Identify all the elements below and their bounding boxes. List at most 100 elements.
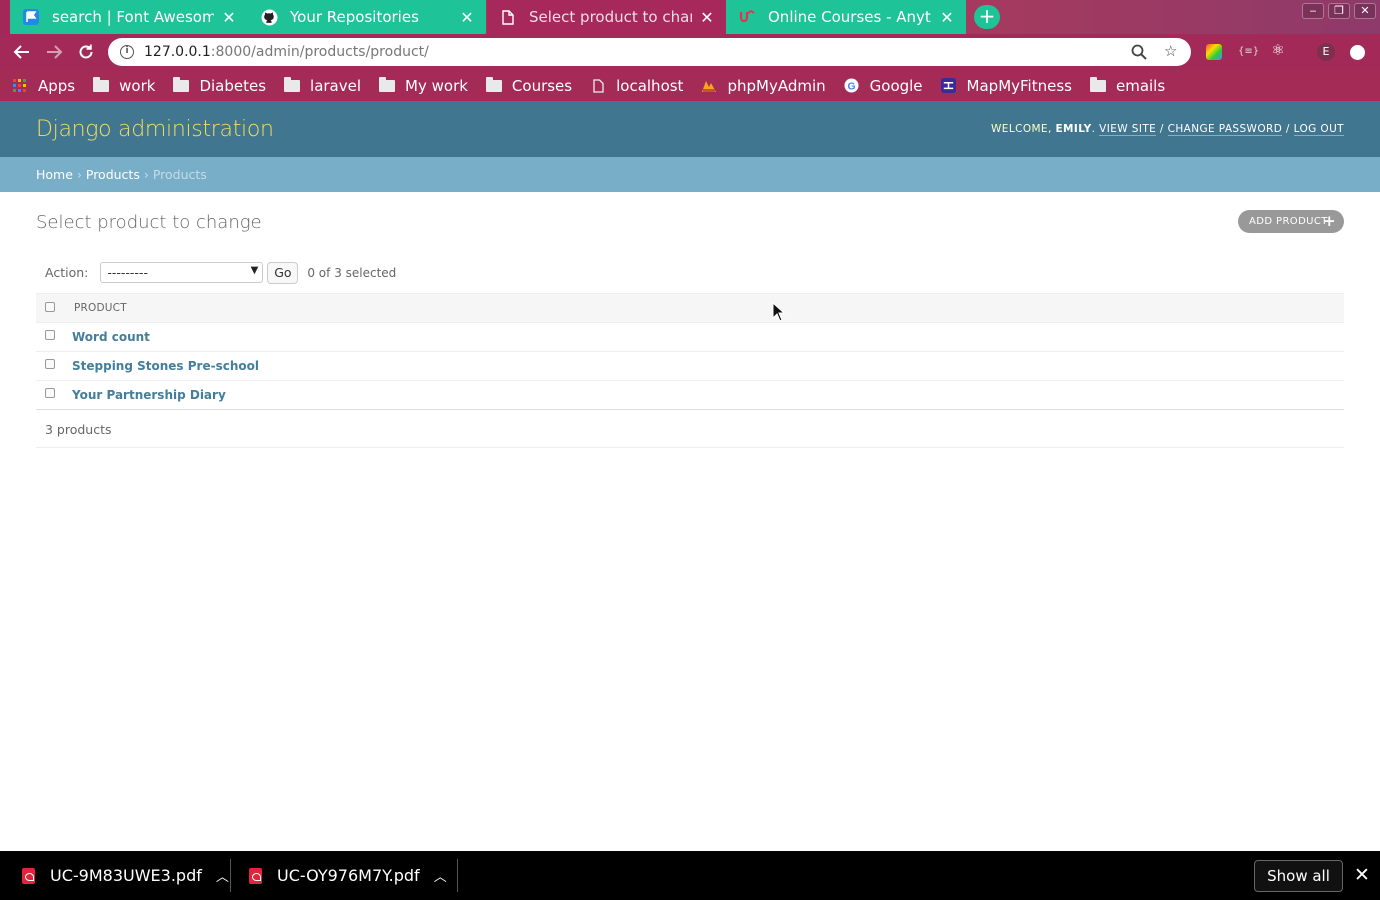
paginator: 3 products [36, 418, 1344, 448]
site-info-icon[interactable]: i [120, 45, 134, 59]
colorzilla-extension-icon[interactable] [1206, 44, 1222, 60]
breadcrumb-app[interactable]: Products [86, 167, 140, 182]
bookmark-label: MapMyFitness [966, 76, 1072, 95]
bookmark-localhost[interactable]: localhost [590, 77, 683, 95]
download-item[interactable]: UC-9M83UWE3.pdf ︿ [22, 851, 229, 900]
udemy-icon [738, 8, 756, 26]
zoom-icon[interactable] [1131, 44, 1147, 64]
github-icon [260, 8, 278, 26]
select-all-checkbox[interactable] [45, 302, 55, 312]
tab-github[interactable]: Your Repositories ✕ [248, 0, 486, 34]
bookmark-apps[interactable]: Apps [12, 77, 75, 95]
user-tools: WELCOME, EMILY. VIEW SITE / CHANGE PASSW… [991, 123, 1344, 136]
react-devtools-icon[interactable]: ⚛ [1270, 42, 1286, 58]
bookmark-star-icon[interactable]: ☆ [1164, 42, 1177, 60]
profile-avatar[interactable]: E [1317, 43, 1335, 61]
breadcrumb: Home › Products › Products [0, 157, 1380, 192]
close-icon[interactable]: ✕ [458, 8, 476, 27]
breadcrumb-current: Products [152, 167, 207, 182]
bookmark-courses[interactable]: Courses [485, 76, 573, 95]
breadcrumb-home[interactable]: Home [36, 167, 73, 182]
bookmark-label: emails [1115, 76, 1166, 95]
tab-udemy[interactable]: Online Courses - Anytime ✕ [726, 0, 966, 34]
change-password-link[interactable]: CHANGE PASSWORD [1167, 123, 1283, 136]
bookmark-emails[interactable]: emails [1089, 76, 1166, 95]
chevron-up-icon[interactable]: ︿ [216, 866, 229, 885]
table-row: Your Partnership Diary [36, 381, 1344, 410]
site-branding[interactable]: Django administration [36, 117, 274, 142]
download-item[interactable]: UC-OY976M7Y.pdf ︿ [249, 851, 447, 900]
view-site-link[interactable]: VIEW SITE [1099, 123, 1157, 136]
close-icon[interactable]: ✕ [698, 8, 716, 27]
add-product-label: ADD PRODUCT [1249, 216, 1328, 227]
bookmark-label: Google [869, 76, 923, 95]
svg-text:G: G [848, 81, 856, 92]
product-link[interactable]: Your Partnership Diary [72, 388, 226, 402]
tab-font-awesome[interactable]: search | Font Awesome ✕ [10, 0, 249, 34]
dropdown-arrow-icon: ▼ [250, 265, 259, 276]
restore-icon[interactable]: ❐ [1328, 3, 1350, 19]
close-icon[interactable]: ✕ [220, 8, 238, 27]
pdf-icon [22, 867, 35, 884]
minimize-icon[interactable]: ‒ [1302, 3, 1324, 19]
result-list-table: PRODUCT Word count Stepping Stones Pre-s… [36, 293, 1344, 410]
bookmark-mapmyfitness[interactable]: MapMyFitness [941, 77, 1072, 95]
downloads-bar: UC-9M83UWE3.pdf ︿ UC-OY976M7Y.pdf ︿ Show… [0, 851, 1380, 900]
bookmark-label: Apps [38, 76, 76, 95]
log-out-link[interactable]: LOG OUT [1293, 123, 1344, 136]
table-header: PRODUCT [36, 293, 1344, 323]
bookmarks-bar: Apps work Diabetes laravel My work Cours… [0, 70, 1380, 101]
window-close-icon[interactable]: ✕ [1354, 3, 1376, 19]
row-checkbox[interactable] [45, 359, 55, 369]
url-text: 127.0.0.1:8000/admin/products/product/ [144, 44, 429, 60]
close-icon[interactable]: ✕ [1353, 864, 1371, 886]
add-product-button[interactable]: ADD PRODUCT + [1238, 210, 1344, 233]
download-filename: UC-9M83UWE3.pdf [50, 866, 202, 885]
plus-icon: + [1323, 212, 1336, 230]
bookmark-laravel[interactable]: laravel [284, 76, 361, 95]
admin-header: Django administration WELCOME, EMILY. VI… [0, 101, 1380, 157]
chevron-up-icon[interactable]: ︿ [434, 866, 447, 885]
tab-title: Select product to change [529, 8, 692, 26]
mapmyfitness-icon [941, 78, 957, 93]
product-link[interactable]: Word count [72, 330, 150, 344]
row-checkbox[interactable] [45, 330, 55, 340]
bookmark-phpmyadmin[interactable]: phpMyAdmin [701, 77, 826, 95]
go-button[interactable]: Go [267, 261, 299, 284]
table-row: Word count [36, 323, 1344, 352]
bookmark-label: Courses [511, 76, 573, 95]
back-arrow-icon[interactable] [10, 40, 34, 64]
action-select[interactable]: --------- ▼ [100, 262, 264, 283]
action-selected-value: --------- [107, 265, 148, 280]
tab-django-admin[interactable]: Select product to change ✕ [487, 0, 726, 34]
json-extension-icon[interactable]: {≡} [1238, 44, 1259, 60]
column-header-product[interactable]: PRODUCT [74, 302, 127, 314]
tab-strip: search | Font Awesome ✕ Your Repositorie… [0, 0, 1380, 34]
font-awesome-flag-icon [22, 8, 40, 26]
bookmark-label: localhost [616, 76, 684, 95]
chrome-menu-icon[interactable] [1350, 45, 1365, 60]
bookmark-diabetes[interactable]: Diabetes [173, 76, 266, 95]
product-link[interactable]: Stepping Stones Pre-school [72, 359, 259, 373]
folder-icon [173, 76, 190, 93]
bookmark-work[interactable]: work [93, 76, 155, 95]
row-checkbox[interactable] [45, 388, 55, 398]
action-label: Action: [45, 265, 89, 280]
mouse-cursor-icon [772, 301, 786, 326]
selection-counter: 0 of 3 selected [307, 265, 397, 280]
bookmark-google[interactable]: G Google [844, 77, 923, 95]
folder-icon [93, 76, 110, 93]
forward-arrow-icon[interactable] [42, 40, 66, 64]
pdf-icon [249, 867, 262, 884]
reload-icon[interactable] [74, 40, 98, 64]
close-icon[interactable]: ✕ [938, 8, 956, 27]
username: EMILY [1055, 123, 1092, 135]
address-bar[interactable]: i 127.0.0.1:8000/admin/products/product/… [108, 38, 1191, 66]
new-tab-button[interactable]: + [974, 5, 1000, 29]
table-row: Stepping Stones Pre-school [36, 352, 1344, 381]
tab-title: Your Repositories [290, 8, 419, 26]
show-all-button[interactable]: Show all [1254, 860, 1343, 892]
tab-title: search | Font Awesome [52, 8, 214, 26]
folder-icon [284, 76, 301, 93]
bookmark-my-work[interactable]: My work [379, 76, 468, 95]
